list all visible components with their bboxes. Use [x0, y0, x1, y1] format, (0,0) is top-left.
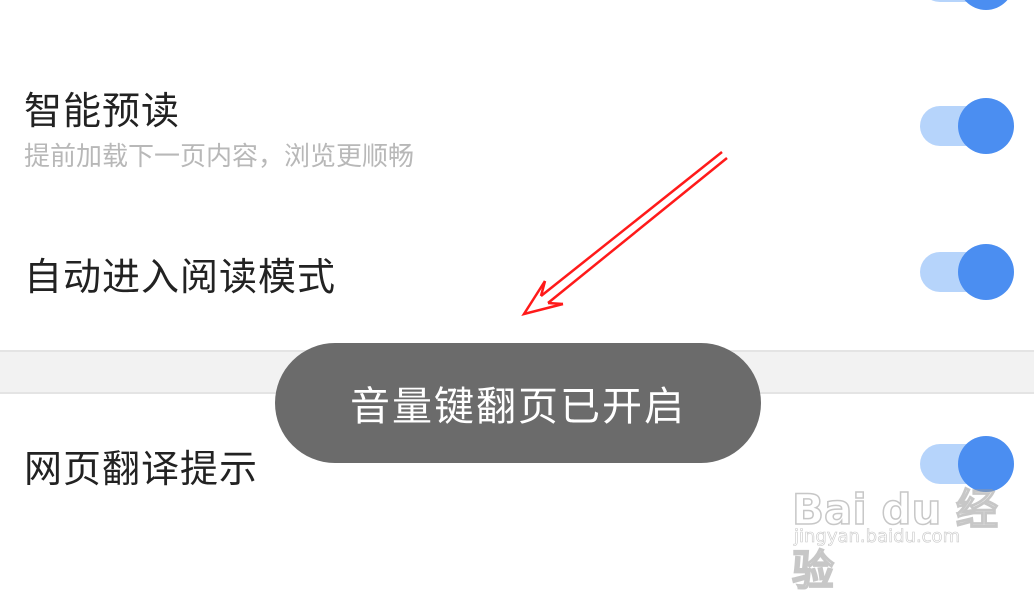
toast-notification: 音量键翻页已开启 [275, 343, 761, 463]
toggle-knob [958, 244, 1014, 300]
settings-row-auto-reading-mode[interactable]: 自动进入阅读模式 [0, 240, 1034, 320]
web-translate-hint-title: 网页翻译提示 [24, 447, 259, 491]
auto-reading-mode-toggle[interactable] [918, 244, 1014, 300]
toast-message: 音量键翻页已开启 [350, 384, 686, 430]
toggle-knob [958, 98, 1014, 154]
smart-preread-toggle[interactable] [918, 98, 1014, 154]
auto-reading-mode-title: 自动进入阅读模式 [24, 255, 337, 299]
toggle-knob [958, 0, 1014, 10]
smart-preread-title: 智能预读 [24, 89, 181, 133]
settings-row-smart-preread[interactable]: 智能预读 提前加载下一页内容，浏览更顺畅 [0, 80, 1034, 190]
settings-row-top-partial [0, 0, 1034, 40]
baidu-jingyan-watermark: Bai du 经验 jingyan.baidu.com [786, 462, 1006, 596]
watermark-url: jingyan.baidu.com [794, 526, 961, 548]
smart-preread-subtitle: 提前加载下一页内容，浏览更顺畅 [24, 142, 415, 172]
top-partial-toggle[interactable] [918, 0, 1014, 10]
